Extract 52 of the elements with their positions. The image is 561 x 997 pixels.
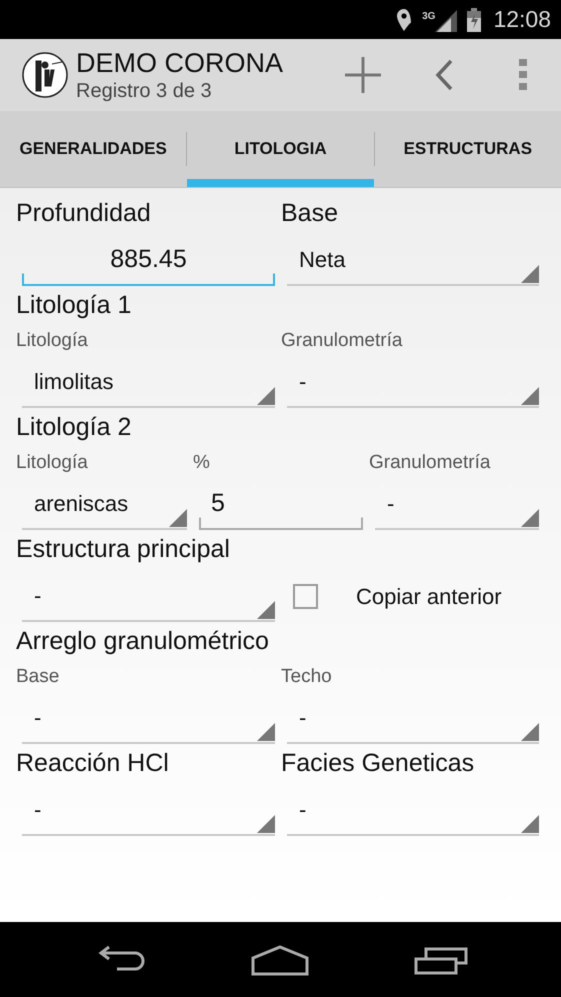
dropdown-field[interactable]: - <box>287 356 539 408</box>
dropdown-field[interactable]: limolitas <box>22 356 275 408</box>
dropdown-field[interactable]: - <box>375 478 539 530</box>
section-heading: Reacción HCl <box>16 748 170 780</box>
dropdown-field[interactable]: areniscas <box>22 478 187 530</box>
dropdown-triangle-icon <box>257 387 275 405</box>
chevron-left-icon <box>435 59 453 91</box>
section-heading: Arreglo granulométrico <box>16 626 270 658</box>
dropdown-field[interactable]: - <box>287 692 539 744</box>
section-heading: Base <box>281 198 339 230</box>
dropdown-triangle-icon <box>257 601 275 619</box>
section-heading: Facies Geneticas <box>281 748 476 780</box>
tab[interactable]: GENERALIDADES <box>0 111 186 187</box>
field-label: Techo <box>281 664 333 689</box>
plus-icon <box>344 56 382 94</box>
dropdown-field[interactable]: - <box>22 784 275 836</box>
field-label: Granulometría <box>369 450 492 475</box>
dropdown-field[interactable]: - <box>287 784 539 836</box>
record-counter: Registro 3 de 3 <box>76 80 213 100</box>
dropdown-triangle-icon <box>521 723 539 741</box>
clock-time: 12:08 <box>493 5 551 34</box>
field-label: Granulometría <box>281 328 404 353</box>
dropdown-triangle-icon <box>257 723 275 741</box>
app-logo-icon <box>22 52 68 98</box>
field-label: % <box>193 450 211 475</box>
section-heading: Litología 1 <box>16 290 132 322</box>
checkbox-label[interactable]: Copiar anterior <box>356 580 502 612</box>
dropdown-triangle-icon <box>169 509 187 527</box>
home-icon <box>251 944 310 976</box>
field-label: Base <box>16 664 60 689</box>
dropdown-triangle-icon <box>257 815 275 833</box>
checkbox[interactable] <box>293 584 318 608</box>
section-heading: Litología 2 <box>16 412 132 444</box>
dropdown-triangle-icon <box>521 387 539 405</box>
field-label: Litología <box>16 450 89 475</box>
field-label: Litología <box>16 328 89 353</box>
dropdown-field[interactable]: Neta <box>287 234 539 286</box>
signal-icon <box>435 8 458 32</box>
dropdown-triangle-icon <box>521 265 539 283</box>
dropdown-triangle-icon <box>521 509 539 527</box>
dropdown-triangle-icon <box>521 815 539 833</box>
recent-apps-icon <box>414 944 468 974</box>
section-heading: Estructura principal <box>16 534 231 566</box>
dropdown-field[interactable]: - <box>22 692 275 744</box>
location-icon <box>396 8 412 32</box>
battery-icon <box>467 8 482 32</box>
tab[interactable]: ESTRUCTURAS <box>374 111 561 187</box>
section-heading: Profundidad <box>16 198 152 230</box>
dropdown-field[interactable]: - <box>22 570 275 622</box>
app-title: DEMO CORONA <box>76 50 284 76</box>
more-vertical-icon <box>519 59 527 91</box>
network-label: 3G <box>422 12 436 22</box>
